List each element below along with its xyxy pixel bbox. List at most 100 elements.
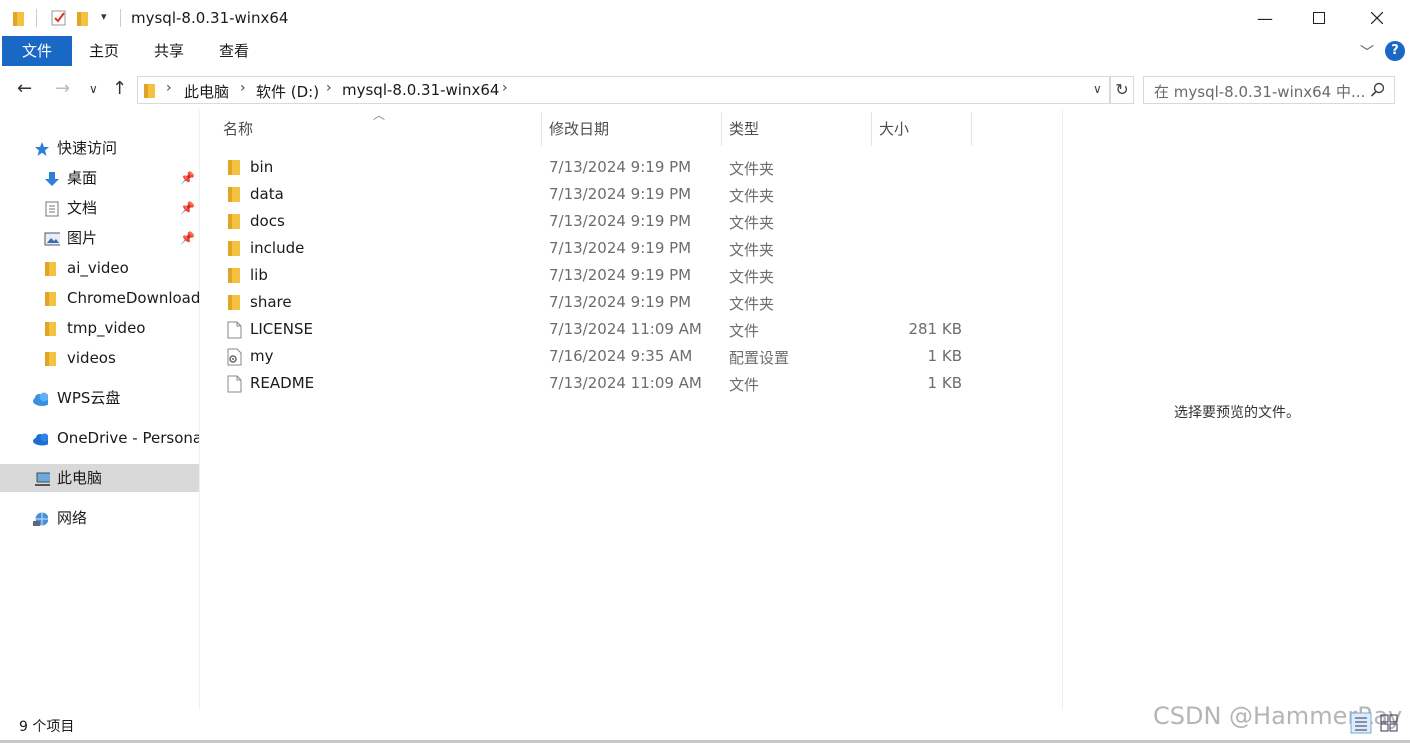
column-header-size[interactable]: 大小 <box>879 112 909 146</box>
file-row[interactable]: bin 7/13/2024 9:19 PM 文件夹 <box>200 154 1062 181</box>
pin-icon[interactable]: 📌 <box>180 164 195 192</box>
search-box[interactable]: 在 mysql-8.0.31-winx64 中... <box>1143 76 1395 104</box>
column-header-type[interactable]: 类型 <box>729 112 759 146</box>
refresh-button[interactable]: ↻ <box>1110 76 1134 104</box>
breadcrumb-separator-icon[interactable]: › <box>326 80 332 96</box>
up-arrow-icon[interactable]: ↑ <box>112 78 127 99</box>
file-type: 文件夹 <box>729 295 775 313</box>
folder-icon <box>228 214 240 229</box>
breadcrumb-this-pc[interactable]: 此电脑 <box>184 81 229 102</box>
folder-icon <box>45 352 56 366</box>
preview-pane: 选择要预览的文件。 <box>1062 110 1410 710</box>
tab-home[interactable]: 主页 <box>73 36 135 66</box>
minimize-button[interactable]: — <box>1238 0 1292 36</box>
minimize-icon: — <box>1257 8 1273 28</box>
breadcrumb-mysql-folder[interactable]: mysql-8.0.31-winx64 <box>342 81 499 99</box>
properties-check-icon[interactable] <box>50 9 68 27</box>
forward-arrow-icon[interactable]: → <box>55 78 70 99</box>
sidebar-item-onedrive[interactable]: OneDrive - Personal <box>0 424 199 452</box>
sidebar-item-this-pc[interactable]: 此电脑 <box>0 464 199 492</box>
help-icon[interactable]: ? <box>1385 41 1405 61</box>
breadcrumb-drive-d[interactable]: 软件 (D:) <box>256 81 319 102</box>
folder-icon <box>45 292 56 306</box>
search-input[interactable]: 在 mysql-8.0.31-winx64 中... <box>1154 81 1365 102</box>
breadcrumb-separator-icon[interactable]: › <box>502 80 508 96</box>
file-size: 281 KB <box>908 320 962 338</box>
star-icon <box>35 142 49 156</box>
sidebar-item-ai-video[interactable]: ai_video <box>0 254 199 282</box>
close-button[interactable] <box>1350 0 1404 36</box>
folder-icon <box>228 160 240 175</box>
breadcrumb-separator-icon[interactable]: › <box>240 80 246 96</box>
sidebar-item-desktop[interactable]: 桌面 📌 <box>0 164 199 192</box>
column-resize-handle[interactable] <box>871 112 872 146</box>
file-date: 7/13/2024 9:19 PM <box>549 212 692 230</box>
navigation-pane: 快速访问 桌面 📌 文档 📌 图片 📌 ai_video ChromeDownl… <box>0 110 199 710</box>
column-resize-handle[interactable] <box>721 112 722 146</box>
preview-message: 选择要预览的文件。 <box>1174 405 1300 421</box>
sidebar-item-pictures[interactable]: 图片 📌 <box>0 224 199 252</box>
file-row[interactable]: LICENSE 7/13/2024 11:09 AM 文件 281 KB <box>200 316 1062 343</box>
pin-icon[interactable]: 📌 <box>180 224 195 252</box>
details-view-button[interactable] <box>1350 712 1374 736</box>
file-name: LICENSE <box>250 320 313 338</box>
customize-toolbar-icon[interactable]: ▾ <box>101 10 107 28</box>
file-row[interactable]: docs 7/13/2024 9:19 PM 文件夹 <box>200 208 1062 235</box>
column-header-date[interactable]: 修改日期 <box>549 112 609 146</box>
sidebar-item-documents[interactable]: 文档 📌 <box>0 194 199 222</box>
file-type: 文件夹 <box>729 241 775 259</box>
recent-locations-chevron-icon[interactable]: ∨ <box>89 82 98 96</box>
tab-file[interactable]: 文件 <box>2 36 72 66</box>
details-view-icon <box>1350 712 1372 734</box>
column-header-name[interactable]: 名称 <box>223 112 253 146</box>
file-row[interactable]: lib 7/13/2024 9:19 PM 文件夹 <box>200 262 1062 289</box>
expand-ribbon-icon[interactable]: ﹀ <box>1360 42 1374 62</box>
config-file-icon <box>227 348 242 366</box>
file-date: 7/13/2024 11:09 AM <box>549 320 702 338</box>
file-row[interactable]: data 7/13/2024 9:19 PM 文件夹 <box>200 181 1062 208</box>
tab-view[interactable]: 查看 <box>203 36 265 66</box>
address-history-chevron-icon[interactable]: ∨ <box>1093 82 1102 96</box>
tab-share[interactable]: 共享 <box>138 36 200 66</box>
folder-icon <box>228 241 240 256</box>
folder-icon <box>228 187 240 202</box>
file-row[interactable]: my 7/16/2024 9:35 AM 配置设置 1 KB <box>200 343 1062 370</box>
sidebar-item-chrome-downloads[interactable]: ChromeDownloads <box>0 284 199 312</box>
sidebar-item-network[interactable]: 网络 <box>0 504 199 532</box>
folder-icon[interactable] <box>12 9 26 27</box>
column-resize-handle[interactable] <box>971 112 972 146</box>
sidebar-item-quick-access[interactable]: 快速访问 <box>0 134 199 162</box>
sidebar-item-tmp-video[interactable]: tmp_video <box>0 314 199 342</box>
pin-icon[interactable]: 📌 <box>180 194 195 222</box>
computer-icon <box>35 472 50 486</box>
file-row[interactable]: share 7/13/2024 9:19 PM 文件夹 <box>200 289 1062 316</box>
column-resize-handle[interactable] <box>541 112 542 146</box>
file-date: 7/13/2024 9:19 PM <box>549 158 692 176</box>
sidebar-item-label: videos <box>67 349 116 367</box>
sidebar-item-label: 桌面 <box>67 169 98 187</box>
maximize-button[interactable] <box>1292 0 1346 36</box>
file-name: docs <box>250 212 285 230</box>
back-arrow-icon[interactable]: ← <box>17 78 32 99</box>
file-date: 7/13/2024 9:19 PM <box>549 185 692 203</box>
sidebar-item-label: 文档 <box>67 199 98 217</box>
large-icons-view-button[interactable] <box>1378 712 1402 736</box>
new-folder-icon[interactable] <box>76 9 90 27</box>
search-icon[interactable] <box>1370 82 1386 98</box>
file-type: 文件 <box>729 322 760 340</box>
address-bar[interactable]: › 此电脑 › 软件 (D:) › mysql-8.0.31-winx64 › … <box>137 76 1110 104</box>
file-icon <box>227 375 242 393</box>
sidebar-item-videos[interactable]: videos <box>0 344 199 372</box>
sidebar-item-label: 快速访问 <box>57 139 118 157</box>
file-type: 文件夹 <box>729 187 775 205</box>
folder-icon <box>45 262 56 276</box>
file-row[interactable]: include 7/13/2024 9:19 PM 文件夹 <box>200 235 1062 262</box>
file-icon <box>227 321 242 339</box>
refresh-icon: ↻ <box>1115 80 1129 99</box>
sidebar-item-wps-cloud[interactable]: WPS云盘 <box>0 384 199 412</box>
file-name: README <box>250 374 315 392</box>
file-type: 文件夹 <box>729 268 775 286</box>
sidebar-item-label: tmp_video <box>67 319 146 337</box>
onedrive-icon <box>33 433 48 446</box>
file-row[interactable]: README 7/13/2024 11:09 AM 文件 1 KB <box>200 370 1062 397</box>
